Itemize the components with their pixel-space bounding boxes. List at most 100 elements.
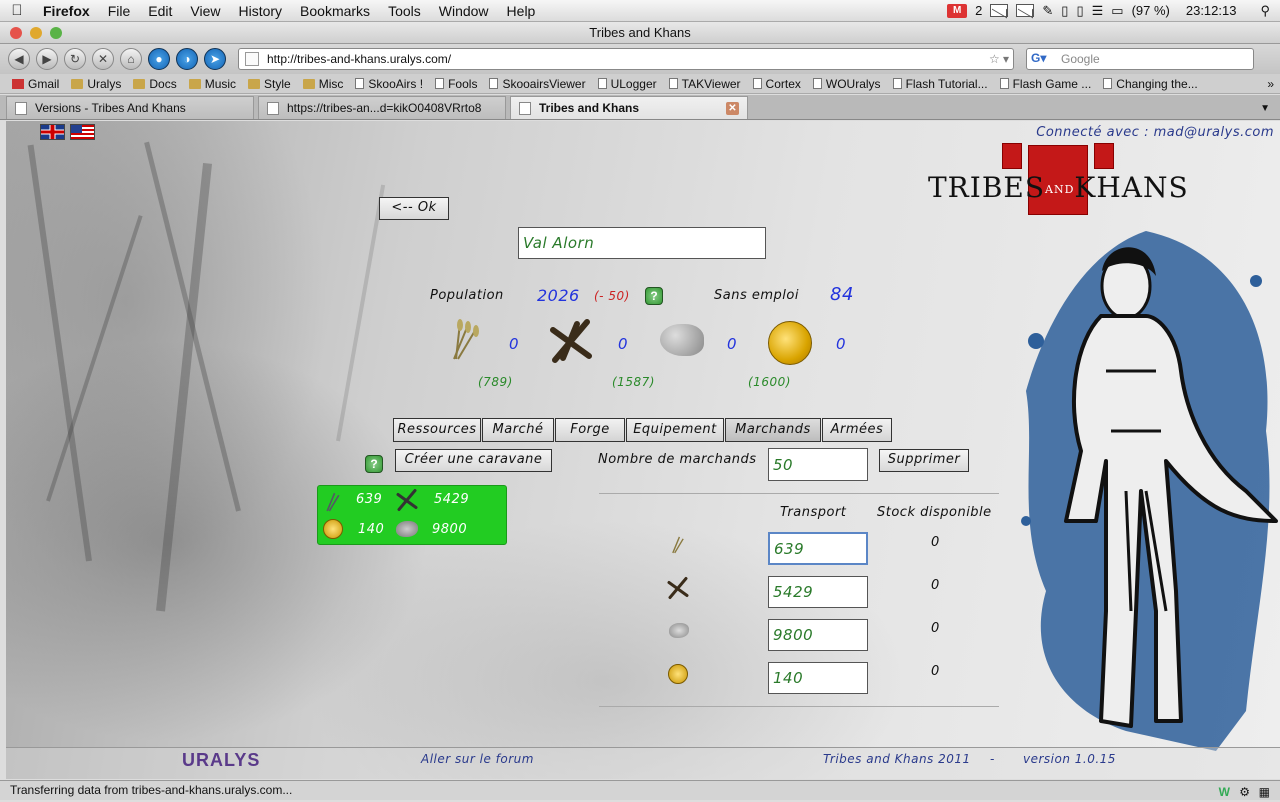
- bookmark-misc[interactable]: Misc: [297, 77, 350, 91]
- gmail-notifier-icon[interactable]: M: [947, 3, 968, 18]
- stock-wheat: 0: [931, 535, 940, 550]
- divider: [599, 493, 999, 494]
- ok-back-button[interactable]: <-- Ok: [379, 197, 449, 220]
- tab-marche[interactable]: Marché: [482, 418, 554, 442]
- tree-decoration: [156, 162, 213, 612]
- menu-window[interactable]: Window: [430, 3, 498, 19]
- tab-marchands[interactable]: Marchands: [725, 418, 821, 442]
- page-icon: [519, 101, 531, 115]
- phone-icon[interactable]: ▯: [1076, 3, 1083, 19]
- create-caravan-button[interactable]: Créer une caravane: [395, 449, 552, 472]
- wood-icon: [396, 489, 418, 511]
- tab-https[interactable]: https://tribes-an...d=kikO0408VRrto8: [258, 96, 506, 119]
- bookmark-uralys[interactable]: Uralys: [65, 77, 127, 91]
- tab-tribes-and-khans[interactable]: Tribes and Khans ✕: [510, 96, 748, 119]
- wheat-icon: [672, 536, 684, 554]
- menu-view[interactable]: View: [181, 3, 229, 19]
- close-window-icon[interactable]: [10, 27, 22, 39]
- back-icon[interactable]: ◀: [8, 48, 30, 70]
- addon-status-icon[interactable]: W: [1219, 783, 1230, 802]
- bookmark-changing-the[interactable]: Changing the...: [1097, 77, 1203, 91]
- bookmark-label: Uralys: [87, 76, 122, 91]
- bookmark-ulogger[interactable]: ULogger: [592, 77, 663, 91]
- menu-file[interactable]: File: [99, 3, 140, 19]
- transport-stone-input[interactable]: 9800: [768, 619, 868, 651]
- bookmark-gmail[interactable]: Gmail: [6, 77, 65, 91]
- transport-wheat-input[interactable]: 639: [768, 532, 868, 565]
- wheat-count: 0: [509, 335, 520, 353]
- tab-list-icon[interactable]: ▼: [1260, 103, 1270, 114]
- envelope-icon[interactable]: [990, 4, 1009, 17]
- tab-ressources[interactable]: Ressources: [393, 418, 481, 442]
- envelope-icon[interactable]: [1016, 4, 1035, 17]
- url-bar[interactable]: http://tribes-and-khans.uralys.com/ ☆ ▾: [238, 48, 1014, 70]
- wood-icon: [550, 319, 592, 363]
- bookmark-music[interactable]: Music: [183, 77, 242, 91]
- bookmark-skooairs[interactable]: SkooAirs !: [349, 77, 429, 91]
- reload-icon[interactable]: ↻: [64, 48, 86, 70]
- clock[interactable]: 23:12:13: [1186, 3, 1237, 18]
- forum-link[interactable]: Aller sur le forum: [421, 752, 534, 766]
- addon-icon[interactable]: ◑: [176, 48, 198, 70]
- forward-icon[interactable]: ▶: [36, 48, 58, 70]
- sync-icon[interactable]: ✎: [1042, 3, 1053, 19]
- share-icon[interactable]: ➤: [204, 48, 226, 70]
- google-icon[interactable]: G▾: [1031, 51, 1055, 67]
- city-name-input[interactable]: Val Alorn: [518, 227, 766, 259]
- stone-icon: [396, 521, 418, 537]
- apple-menu-icon[interactable]: : [0, 2, 34, 19]
- menu-tools[interactable]: Tools: [379, 3, 430, 19]
- search-input[interactable]: G▾ Google: [1026, 48, 1254, 70]
- merchants-count-input[interactable]: 50: [768, 448, 868, 481]
- minimize-window-icon[interactable]: [30, 27, 42, 39]
- bookmark-star-icon[interactable]: ☆ ▾: [985, 52, 1013, 66]
- bookmark-docs[interactable]: Docs: [127, 77, 182, 91]
- bookmark-flash-tutorial[interactable]: Flash Tutorial...: [887, 77, 994, 91]
- menu-help[interactable]: Help: [498, 3, 545, 19]
- tab-equipement[interactable]: Equipement: [626, 418, 724, 442]
- wheat-icon: [453, 319, 479, 360]
- bookmark-wouralys[interactable]: WOUralys: [807, 77, 887, 91]
- bookmarks-overflow-icon[interactable]: »: [1261, 77, 1280, 91]
- status-tool-icon[interactable]: ⚙: [1239, 783, 1250, 802]
- bookmark-takviewer[interactable]: TAKViewer: [663, 77, 747, 91]
- population-help-icon[interactable]: ?: [645, 287, 663, 305]
- menu-history[interactable]: History: [229, 3, 291, 19]
- folder-icon: [133, 78, 146, 89]
- bookmark-flash-game[interactable]: Flash Game ...: [994, 77, 1098, 91]
- bookmark-cortex[interactable]: Cortex: [747, 77, 807, 91]
- bookmark-skooairsviewer[interactable]: SkooairsViewer: [483, 77, 591, 91]
- url-text[interactable]: http://tribes-and-khans.uralys.com/: [267, 52, 451, 66]
- menu-edit[interactable]: Edit: [139, 3, 181, 19]
- battery-icon[interactable]: ▭: [1111, 3, 1123, 19]
- english-flag-icon[interactable]: [40, 124, 65, 140]
- close-tab-icon[interactable]: ✕: [726, 102, 739, 115]
- zoom-window-icon[interactable]: [50, 27, 62, 39]
- tab-armees[interactable]: Armées: [822, 418, 892, 442]
- wifi-icon[interactable]: ☰: [1092, 3, 1104, 19]
- gold-stock: (1600): [748, 375, 791, 389]
- transport-wood-input[interactable]: 5429: [768, 576, 868, 608]
- tab-forge[interactable]: Forge: [555, 418, 625, 442]
- caravan-help-icon[interactable]: ?: [365, 455, 383, 473]
- stock-stone: 0: [931, 621, 940, 636]
- bookmark-style[interactable]: Style: [242, 77, 297, 91]
- tab-versions[interactable]: Versions - Tribes And Khans: [6, 96, 254, 119]
- menu-bookmarks[interactable]: Bookmarks: [291, 3, 379, 19]
- status-tool-icon[interactable]: ▦: [1259, 783, 1270, 802]
- stop-icon[interactable]: ✕: [92, 48, 114, 70]
- spotlight-search-icon[interactable]: ⚲: [1260, 3, 1270, 19]
- caravan-card[interactable]: 639 5429 140 9800: [317, 485, 507, 545]
- bookmark-fools[interactable]: Fools: [429, 77, 483, 91]
- phone-icon[interactable]: ▯: [1061, 3, 1068, 19]
- gold-coin-icon: [668, 664, 688, 684]
- page-icon: [1103, 78, 1113, 89]
- transport-gold-input[interactable]: 140: [768, 662, 868, 694]
- home-icon[interactable]: ⌂: [120, 48, 142, 70]
- delete-button[interactable]: Supprimer: [879, 449, 969, 472]
- us-flag-icon[interactable]: [70, 124, 95, 140]
- menu-app-firefox[interactable]: Firefox: [34, 3, 99, 19]
- unemployed-value: 84: [830, 284, 854, 305]
- addon-icon[interactable]: ●: [148, 48, 170, 70]
- uralys-logo[interactable]: URALYS: [182, 750, 280, 776]
